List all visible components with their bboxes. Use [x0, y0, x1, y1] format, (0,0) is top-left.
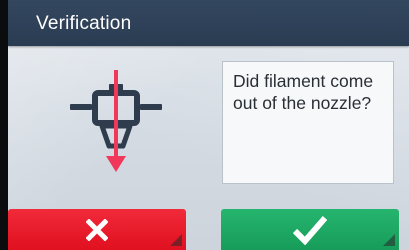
question-text: Did filament come out of the nozzle? [233, 71, 374, 113]
question-box: Did filament come out of the nozzle? [222, 61, 394, 184]
nozzle-extrusion-icon [70, 70, 162, 172]
corner-triangle-icon [383, 234, 395, 246]
screen-bezel [0, 0, 8, 250]
close-x-icon [8, 209, 186, 250]
no-button[interactable] [8, 209, 186, 250]
page-title: Verification [36, 13, 132, 34]
nozzle-illustration [66, 68, 166, 178]
corner-triangle-icon [170, 234, 182, 246]
title-bar: Verification [8, 0, 409, 46]
checkmark-icon [221, 209, 399, 250]
yes-button[interactable] [221, 209, 399, 250]
verification-screen: Verification Did filament come out of th… [8, 0, 409, 250]
